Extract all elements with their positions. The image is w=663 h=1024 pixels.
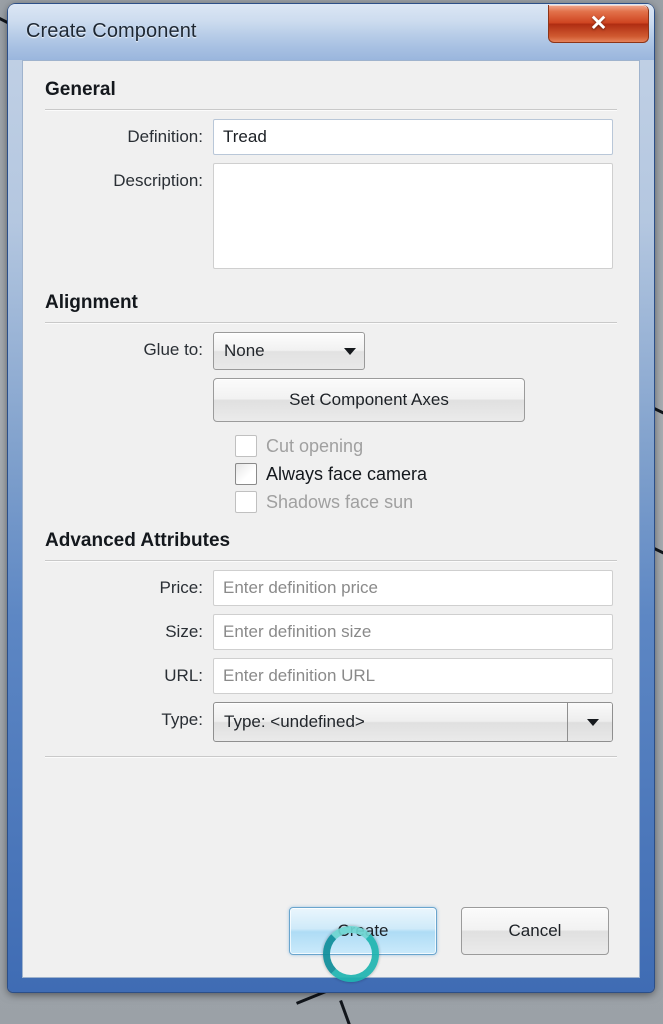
section-title-alignment: Alignment (45, 292, 138, 313)
type-dropdown[interactable]: Type: <undefined> (213, 702, 613, 742)
cancel-button[interactable]: Cancel (461, 907, 609, 955)
chevron-down-icon (587, 718, 599, 726)
alignment-section-header: Alignment (23, 274, 639, 318)
advanced-section-header: Advanced Attributes (23, 516, 639, 556)
cut-opening-checkbox[interactable] (235, 435, 257, 457)
glue-to-dropdown[interactable]: None (213, 332, 365, 370)
always-face-camera-label: Always face camera (266, 463, 428, 484)
set-component-axes-label: Set Component Axes (289, 390, 449, 409)
checkbox-row-always-face-camera[interactable]: Always face camera (235, 460, 639, 488)
description-row: Description: (23, 155, 639, 274)
glue-to-label: Glue to: (143, 340, 203, 359)
url-row: URL: (23, 650, 639, 694)
checkbox-row-shadows-face-sun[interactable]: Shadows face sun (235, 488, 639, 516)
shadows-face-sun-checkbox[interactable] (235, 491, 257, 513)
model-edge-line (339, 1000, 351, 1024)
section-title-general: General (45, 79, 116, 100)
type-label: Type: (161, 710, 203, 729)
create-button-label: Create (337, 921, 389, 940)
general-section-header: General (23, 61, 639, 105)
description-textarea[interactable] (213, 163, 613, 269)
description-label: Description: (113, 171, 203, 190)
size-row: Size: (23, 606, 639, 650)
set-component-axes-button[interactable]: Set Component Axes (213, 378, 525, 422)
glue-to-value: None (224, 341, 265, 360)
chevron-down-icon (344, 347, 356, 355)
section-title-advanced: Advanced Attributes (45, 530, 231, 551)
type-dropdown-button[interactable] (567, 703, 612, 741)
type-value: Type: <undefined> (224, 712, 365, 731)
set-axes-row: Set Component Axes (23, 370, 639, 422)
size-input[interactable] (213, 614, 613, 650)
url-label: URL: (164, 666, 203, 685)
shadows-face-sun-label: Shadows face sun (266, 491, 414, 512)
checkbox-row-cut-opening[interactable]: Cut opening (235, 432, 639, 460)
definition-label: Definition: (127, 127, 203, 146)
dialog-client-area: General Definition: Description: Alignme… (22, 60, 640, 978)
create-button[interactable]: Create (289, 907, 437, 955)
price-label: Price: (159, 578, 203, 597)
cut-opening-label: Cut opening (266, 435, 364, 456)
close-button[interactable]: ✕ (548, 5, 649, 43)
always-face-camera-checkbox[interactable] (235, 463, 257, 485)
definition-input[interactable] (213, 119, 613, 155)
size-label: Size: (165, 622, 203, 641)
create-component-dialog: Create Component ✕ General Definition: D… (8, 4, 654, 992)
price-input[interactable] (213, 570, 613, 606)
dialog-footer: Create Cancel (23, 907, 639, 955)
url-input[interactable] (213, 658, 613, 694)
type-row: Type: Type: <undefined> (23, 694, 639, 742)
alignment-checkbox-group: Cut opening Always face camera Shadows f… (23, 422, 639, 516)
price-row: Price: (23, 562, 639, 606)
window-title: Create Component (26, 20, 197, 42)
footer-divider (45, 756, 617, 758)
glue-to-row: Glue to: None (23, 324, 639, 370)
definition-row: Definition: (23, 111, 639, 155)
title-bar[interactable]: Create Component ✕ (8, 4, 654, 60)
close-icon: ✕ (589, 12, 608, 35)
cancel-button-label: Cancel (508, 921, 562, 940)
